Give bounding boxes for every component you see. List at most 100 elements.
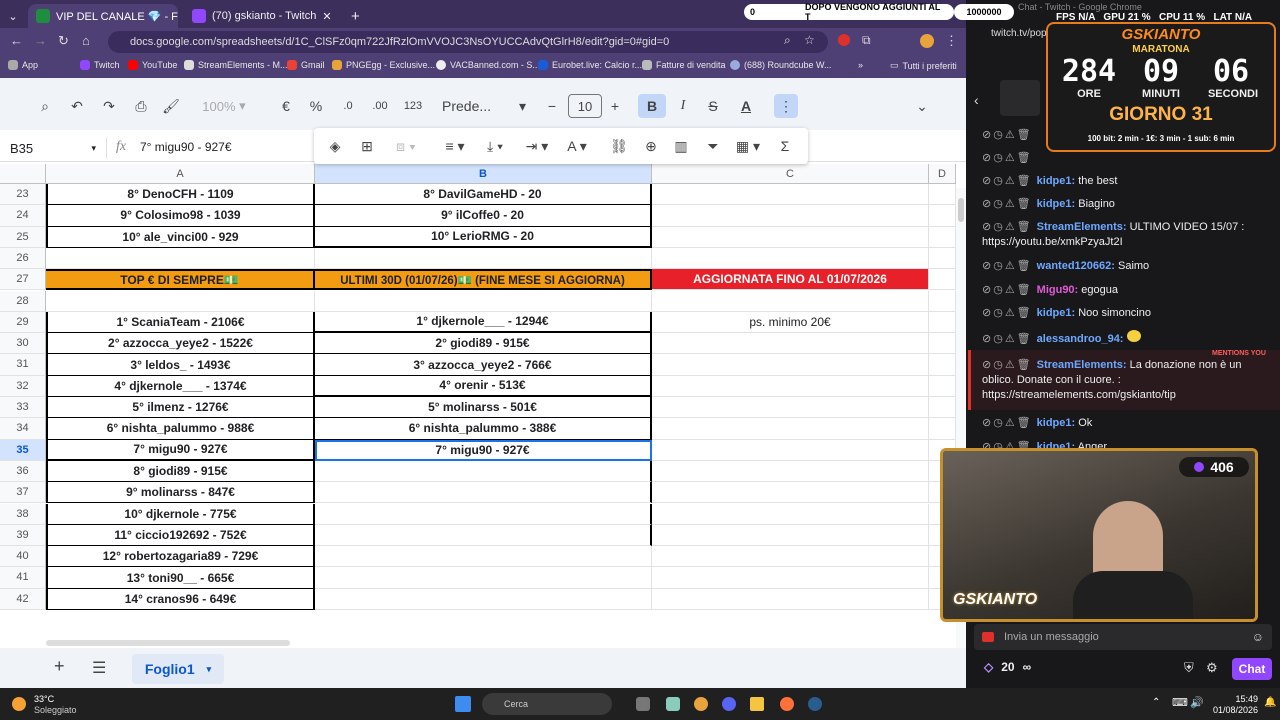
add-sheet-button[interactable]: + [54,656,65,677]
cell-c40[interactable] [652,546,929,568]
filter-icon[interactable]: ⏷ [702,134,724,158]
cell-b31[interactable]: 3° azzocca_yeye2 - 766€ [315,354,652,376]
chart-icon[interactable]: ▥ [670,134,692,158]
cell-c24[interactable] [652,205,929,227]
row-header[interactable]: 25 [0,226,46,248]
column-header-d[interactable]: D [929,164,956,184]
font-size-input[interactable]: 10 [568,94,602,118]
row-header[interactable]: 38 [0,503,46,525]
cell-a33[interactable]: 5° ilmenz - 1276€ [46,397,315,419]
row-header[interactable]: 23 [0,184,46,206]
cell-c28[interactable] [652,290,929,312]
cell-d27[interactable] [929,269,956,291]
cell-b36[interactable] [315,460,652,483]
bookmark-item[interactable]: Gmail [287,60,325,70]
firefox-icon[interactable] [780,697,794,711]
bookmark-item[interactable]: (688) Roundcube W... [730,60,832,70]
font-size-decrease-button[interactable]: − [544,94,560,118]
name-box[interactable]: B35 ▾ [10,138,96,158]
mod-actions-icon[interactable]: ⊘◷⚠🗑 [982,198,1033,210]
cell-d29[interactable] [929,311,956,334]
select-all-corner[interactable] [0,164,46,184]
cell-c26[interactable] [652,247,929,270]
cell-c23[interactable] [652,184,929,206]
reload-icon[interactable]: ↻ [58,33,69,49]
bookmark-item[interactable]: Eurobet.live: Calcio r... [538,60,642,70]
decrease-decimal-button[interactable]: .0 [336,94,360,118]
puzzle-icon[interactable]: ⧉ [862,33,871,48]
cell-d23[interactable] [929,184,956,206]
cell-d33[interactable] [929,397,956,419]
cell-c37[interactable] [652,482,929,504]
row-header[interactable]: 35 [0,439,46,461]
all-sheets-icon[interactable]: ☰ [92,658,106,678]
bookmark-item[interactable]: StreamElements - M... [184,60,288,70]
horizontal-scrollbar[interactable] [46,640,290,646]
vertical-align-icon[interactable]: ⤓ ▾ [478,134,512,158]
emote-picker-icon[interactable]: ☺ [1252,630,1264,644]
cell-c36[interactable] [652,460,929,483]
cell-c32[interactable] [652,375,929,397]
filter-views-icon[interactable]: ▦ ▾ [730,134,766,158]
forward-arrow-icon[interactable]: → [34,33,47,48]
url-field[interactable]: docs.google.com/spreadsheets/d/1C_ClSFz0… [108,31,828,53]
sheet-tab-foglio1[interactable]: Foglio1 ▾ [132,654,224,684]
row-header[interactable]: 37 [0,482,46,504]
folder-icon[interactable] [750,697,764,711]
discord-icon[interactable] [722,697,736,711]
font-select[interactable]: Prede... ▾ [442,94,526,118]
column-header-a[interactable]: A [46,164,315,184]
avatar[interactable] [920,34,934,48]
shield-icon[interactable]: ⛨ [1184,660,1194,676]
row-header[interactable]: 41 [0,567,46,589]
link-icon[interactable]: ⛓ [608,134,630,158]
cell-c41[interactable] [652,567,929,589]
star-icon[interactable]: ☆ [804,33,815,47]
cell-c31[interactable] [652,354,929,376]
more-options-icon[interactable]: ⋮ [774,94,798,118]
cell-d25[interactable] [929,226,956,248]
currency-button[interactable]: € [276,94,296,118]
cell-b26[interactable] [315,247,652,270]
cell-a38[interactable]: 10° djkernole - 775€ [46,503,315,525]
cell-c38[interactable] [652,503,929,525]
cell-c33[interactable] [652,397,929,419]
cell-a31[interactable]: 3° leldos_ - 1493€ [46,354,315,376]
cell-a23[interactable]: 8° DenoCFH - 1109 [46,184,315,206]
mod-actions-icon[interactable]: ⊘◷⚠🗑 [982,307,1033,319]
tab-twitch[interactable]: (70) gskianto - Twitch ✕ [184,4,339,28]
clock-date[interactable]: 01/08/2026 [1210,705,1258,715]
chat-input[interactable]: Invia un messaggio ☺ [974,624,1272,650]
mod-actions-icon[interactable]: ⊘◷⚠🗑 [982,333,1033,345]
row-header[interactable]: 29 [0,311,46,334]
weather-temp[interactable]: 33°C [34,694,54,704]
windows-start-icon[interactable] [455,696,471,712]
back-arrow-icon[interactable]: ← [10,33,23,48]
row-header[interactable]: 34 [0,418,46,440]
cell-c42[interactable] [652,588,929,610]
mod-actions-icon[interactable]: ⊘◷⚠🗑 [982,260,1033,272]
cell-b30[interactable]: 2° giodi89 - 915€ [315,333,652,355]
cell-b33[interactable]: 5° molinarss - 501€ [315,397,652,419]
cell-c27[interactable]: AGGIORNATA FINO AL 01/07/2026 [652,269,929,291]
cell-b37[interactable] [315,482,652,504]
cell-c30[interactable] [652,333,929,355]
cell-b23[interactable]: 8° DavilGameHD - 20 [315,184,652,206]
cell-c35[interactable] [652,439,929,461]
formula-input[interactable]: 7° migu90 - 927€ [140,140,232,154]
cell-a27[interactable]: TOP € DI SEMPRE💵 [46,269,315,291]
cell-a40[interactable]: 12° robertozagaria89 - 729€ [46,546,315,568]
bookmark-folder[interactable]: ▭ Tutti i preferiti [890,60,957,71]
cell-b24[interactable]: 9° ilCoffe0 - 20 [315,205,652,227]
gear-icon[interactable]: ⚙ [1206,660,1218,676]
cell-a41[interactable]: 13° toni90__ - 665€ [46,567,315,589]
mod-actions-icon[interactable]: ⊘◷⚠🗑 [982,175,1033,187]
mod-actions-icon[interactable]: ⊘◷⚠🗑 [982,359,1033,371]
scrollbar-thumb[interactable] [958,198,964,222]
tab-search-button[interactable]: ⌄ [2,4,24,28]
bookmark-item[interactable]: Fatture di vendita [642,60,726,70]
comment-icon[interactable]: ⊕ [640,134,662,158]
zoom-select[interactable]: 100% ▾ [192,94,256,118]
cell-a39[interactable]: 11° ciccio192692 - 752€ [46,524,315,547]
paint-format-icon[interactable]: 🖌 [160,94,182,118]
